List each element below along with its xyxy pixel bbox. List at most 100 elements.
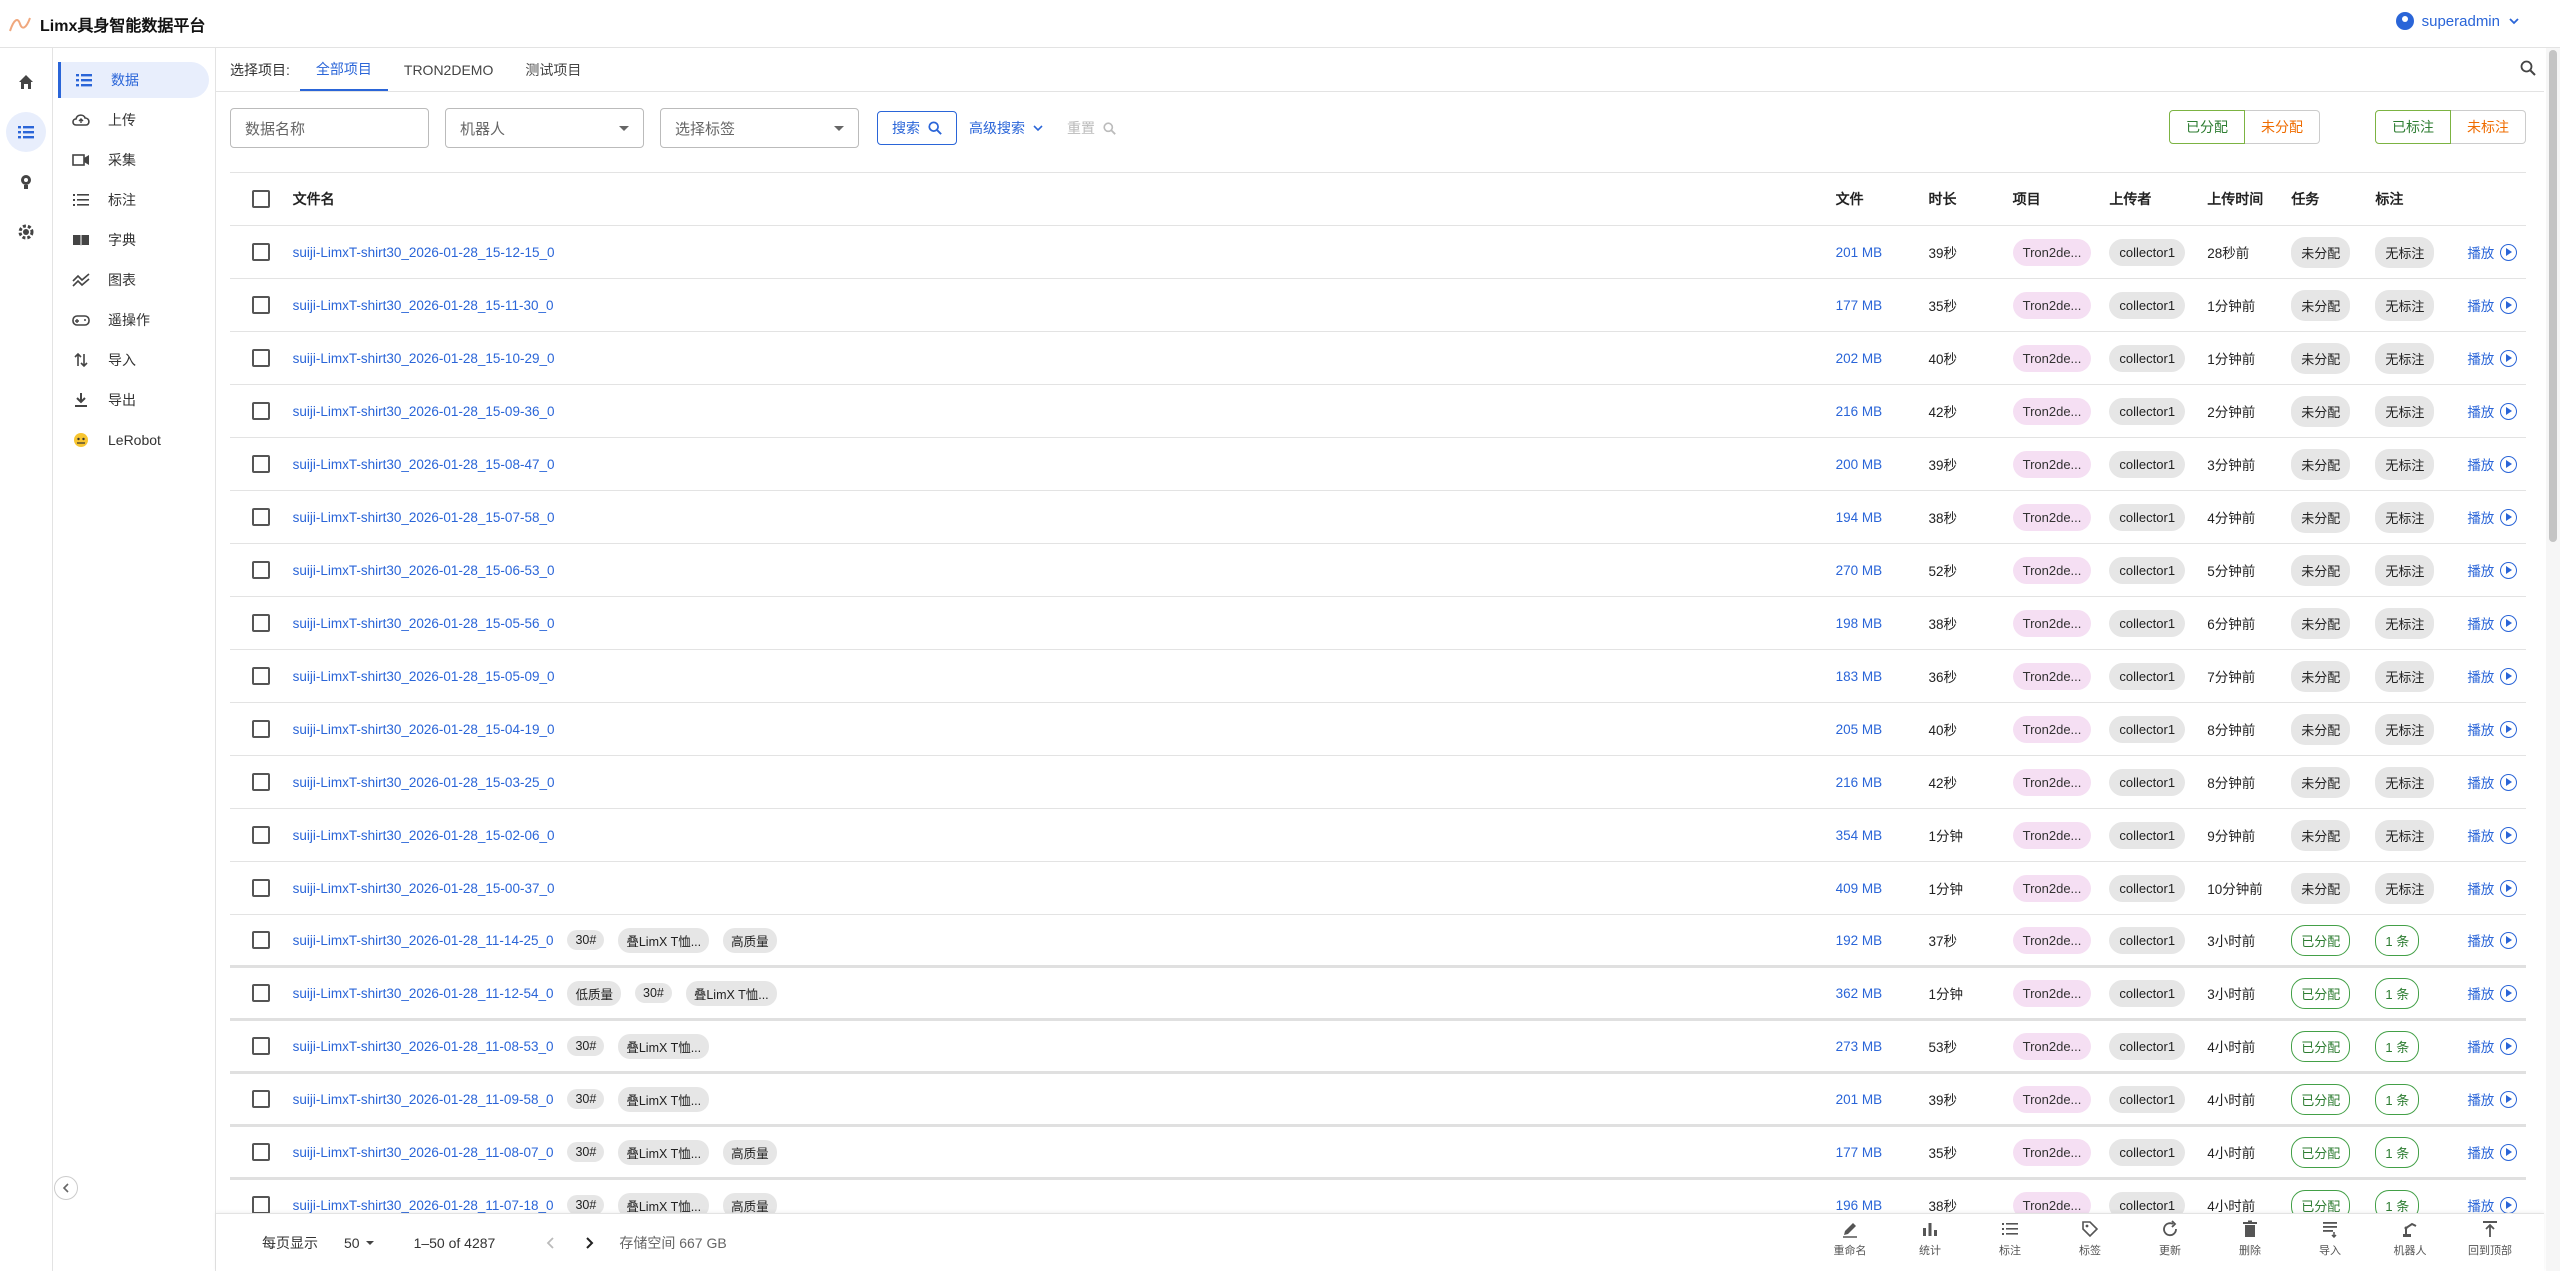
data-name-input[interactable]: 数据名称 bbox=[230, 108, 429, 148]
tab-test-project[interactable]: 测试项目 bbox=[509, 48, 597, 91]
row-checkbox[interactable] bbox=[252, 508, 271, 526]
label-status-badge[interactable]: 1 条 bbox=[2375, 1083, 2420, 1115]
play-button[interactable]: 播放 bbox=[2467, 983, 2526, 1003]
row-checkbox[interactable] bbox=[252, 561, 271, 579]
file-name-link[interactable]: suiji-LimxT-shirt30_2026-01-28_15-10-29_… bbox=[293, 351, 555, 366]
file-size[interactable]: 362 MB bbox=[1836, 986, 1929, 1001]
col-task[interactable]: 任务 bbox=[2291, 189, 2375, 209]
tag-chip[interactable]: 30# bbox=[567, 1089, 605, 1109]
play-button[interactable]: 播放 bbox=[2467, 1036, 2526, 1056]
back-to-top-button[interactable]: 回到顶部 bbox=[2450, 1220, 2530, 1258]
file-name-link[interactable]: suiji-LimxT-shirt30_2026-01-28_11-09-58_… bbox=[293, 1092, 554, 1107]
nav-item-annotate[interactable]: 标注 bbox=[58, 182, 209, 218]
label-status-badge[interactable]: 1 条 bbox=[2375, 977, 2420, 1009]
row-checkbox[interactable] bbox=[252, 879, 271, 897]
row-checkbox[interactable] bbox=[252, 720, 271, 738]
tag-chip[interactable]: 叠LimX T恤... bbox=[618, 1086, 710, 1112]
import-button[interactable]: 导入 bbox=[2290, 1220, 2370, 1258]
table-row[interactable]: suiji-LimxT-shirt30_2026-01-28_11-08-53_… bbox=[230, 1021, 2526, 1074]
nav-item-data[interactable]: 数据 bbox=[58, 62, 209, 98]
row-checkbox[interactable] bbox=[252, 1037, 271, 1055]
user-menu[interactable]: superadmin bbox=[2395, 12, 2520, 30]
play-button[interactable]: 播放 bbox=[2467, 1142, 2526, 1162]
play-button[interactable]: 播放 bbox=[2467, 878, 2526, 898]
file-size[interactable]: 273 MB bbox=[1836, 1039, 1929, 1054]
col-label[interactable]: 标注 bbox=[2375, 189, 2467, 209]
play-button[interactable]: 播放 bbox=[2467, 825, 2526, 845]
col-upload-time[interactable]: 上传时间 bbox=[2207, 189, 2291, 209]
play-button[interactable]: 播放 bbox=[2467, 295, 2526, 315]
row-checkbox[interactable] bbox=[252, 1143, 271, 1161]
tag-chip[interactable]: 30# bbox=[567, 1195, 605, 1215]
file-size[interactable]: 196 MB bbox=[1836, 1198, 1929, 1213]
tag-chip[interactable]: 叠LimX T恤... bbox=[618, 1033, 710, 1059]
file-name-link[interactable]: suiji-LimxT-shirt30_2026-01-28_15-08-47_… bbox=[293, 457, 555, 472]
table-row[interactable]: suiji-LimxT-shirt30_2026-01-28_11-14-25_… bbox=[230, 915, 2526, 968]
tab-all-projects[interactable]: 全部项目 bbox=[299, 48, 388, 91]
nav-item-upload[interactable]: 上传 bbox=[58, 102, 209, 138]
table-row[interactable]: suiji-LimxT-shirt30_2026-01-28_11-12-54_… bbox=[230, 968, 2526, 1021]
play-button[interactable]: 播放 bbox=[2467, 930, 2526, 950]
tag-chip[interactable]: 低质量 bbox=[567, 980, 621, 1006]
file-name-link[interactable]: suiji-LimxT-shirt30_2026-01-28_11-08-07_… bbox=[293, 1145, 554, 1160]
file-name-link[interactable]: suiji-LimxT-shirt30_2026-01-28_15-11-30_… bbox=[293, 298, 554, 313]
play-button[interactable]: 播放 bbox=[2467, 719, 2526, 739]
reset-button[interactable]: 重置 bbox=[1055, 111, 1128, 145]
label-status-badge[interactable]: 无标注 bbox=[2375, 289, 2435, 321]
robot-select[interactable]: 机器人 bbox=[445, 108, 644, 148]
file-size[interactable]: 216 MB bbox=[1836, 404, 1929, 419]
nav-item-teleop[interactable]: 遥操作 bbox=[58, 302, 209, 338]
next-page-icon[interactable] bbox=[583, 1236, 595, 1250]
nav-item-charts[interactable]: 图表 bbox=[58, 262, 209, 298]
table-row[interactable]: suiji-LimxT-shirt30_2026-01-28_15-11-30_… bbox=[230, 279, 2526, 332]
label-status-badge[interactable]: 1 条 bbox=[2375, 924, 2420, 956]
label-status-badge[interactable]: 1 条 bbox=[2375, 1030, 2420, 1062]
file-size[interactable]: 205 MB bbox=[1836, 722, 1929, 737]
col-uploader[interactable]: 上传者 bbox=[2109, 189, 2207, 209]
col-project[interactable]: 项目 bbox=[2013, 189, 2110, 209]
table-row[interactable]: suiji-LimxT-shirt30_2026-01-28_15-02-06_… bbox=[230, 809, 2526, 862]
row-checkbox[interactable] bbox=[252, 349, 271, 367]
select-all-checkbox[interactable] bbox=[252, 190, 271, 208]
label-status-badge[interactable]: 无标注 bbox=[2375, 395, 2435, 427]
row-checkbox[interactable] bbox=[252, 614, 271, 632]
play-button[interactable]: 播放 bbox=[2467, 507, 2526, 527]
tag-chip[interactable]: 30# bbox=[567, 1142, 605, 1162]
file-name-link[interactable]: suiji-LimxT-shirt30_2026-01-28_11-07-18_… bbox=[293, 1198, 554, 1213]
rail-data[interactable] bbox=[6, 112, 46, 152]
table-row[interactable]: suiji-LimxT-shirt30_2026-01-28_15-03-25_… bbox=[230, 756, 2526, 809]
file-size[interactable]: 200 MB bbox=[1836, 457, 1929, 472]
file-name-link[interactable]: suiji-LimxT-shirt30_2026-01-28_11-08-53_… bbox=[293, 1039, 554, 1054]
robot-button[interactable]: 机器人 bbox=[2370, 1220, 2450, 1258]
delete-button[interactable]: 删除 bbox=[2210, 1220, 2290, 1258]
row-checkbox[interactable] bbox=[252, 1196, 271, 1214]
tag-chip[interactable]: 30# bbox=[635, 983, 672, 1003]
file-size[interactable]: 192 MB bbox=[1836, 933, 1929, 948]
table-row[interactable]: suiji-LimxT-shirt30_2026-01-28_15-12-15_… bbox=[230, 226, 2526, 279]
file-size[interactable]: 183 MB bbox=[1836, 669, 1929, 684]
file-size[interactable]: 198 MB bbox=[1836, 616, 1929, 631]
file-size[interactable]: 194 MB bbox=[1836, 510, 1929, 525]
row-checkbox[interactable] bbox=[252, 402, 271, 420]
nav-item-lerobot[interactable]: LeRobot bbox=[58, 422, 209, 458]
label-status-badge[interactable]: 无标注 bbox=[2375, 660, 2435, 692]
collapse-sidebar-button[interactable] bbox=[54, 1176, 78, 1200]
label-status-badge[interactable]: 无标注 bbox=[2375, 819, 2435, 851]
file-name-link[interactable]: suiji-LimxT-shirt30_2026-01-28_15-09-36_… bbox=[293, 404, 555, 419]
table-row[interactable]: suiji-LimxT-shirt30_2026-01-28_15-08-47_… bbox=[230, 438, 2526, 491]
file-size[interactable]: 177 MB bbox=[1836, 298, 1929, 313]
unlabeled-toggle[interactable]: 未标注 bbox=[2451, 110, 2526, 144]
tag-chip[interactable]: 叠LimX T恤... bbox=[618, 1139, 710, 1165]
play-button[interactable]: 播放 bbox=[2467, 1089, 2526, 1109]
label-status-badge[interactable]: 无标注 bbox=[2375, 501, 2435, 533]
file-name-link[interactable]: suiji-LimxT-shirt30_2026-01-28_15-04-19_… bbox=[293, 722, 555, 737]
col-name[interactable]: 文件名 bbox=[293, 189, 1836, 209]
advanced-search-button[interactable]: 高级搜索 bbox=[957, 111, 1055, 145]
rail-ideas[interactable] bbox=[6, 162, 46, 202]
file-name-link[interactable]: suiji-LimxT-shirt30_2026-01-28_15-05-56_… bbox=[293, 616, 555, 631]
rail-settings[interactable] bbox=[6, 212, 46, 252]
file-size[interactable]: 409 MB bbox=[1836, 881, 1929, 896]
tag-select[interactable]: 选择标签 bbox=[660, 108, 859, 148]
play-button[interactable]: 播放 bbox=[2467, 242, 2526, 262]
per-page-select[interactable]: 50 bbox=[344, 1235, 374, 1251]
